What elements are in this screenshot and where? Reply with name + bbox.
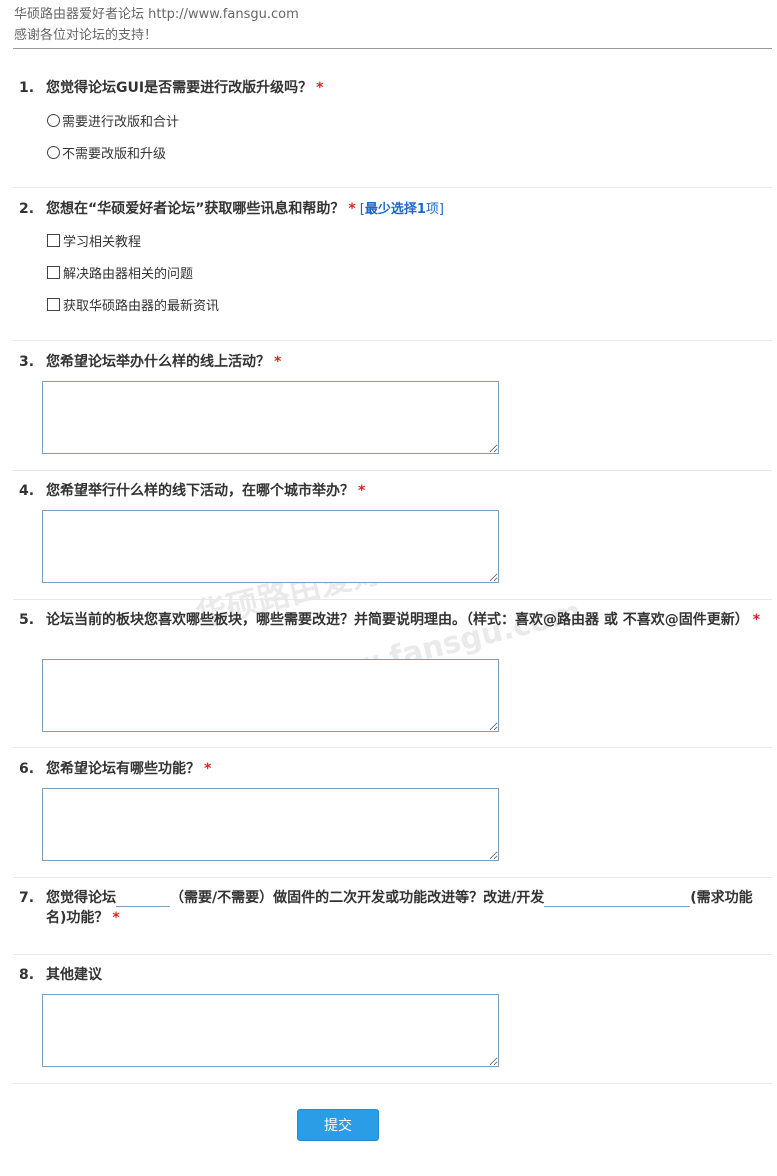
checkbox-icon[interactable] bbox=[47, 234, 60, 247]
checkbox-option-tutorials[interactable]: 学习相关教程 bbox=[47, 234, 141, 252]
question-text: 您希望论坛有哪些功能？ * bbox=[46, 761, 212, 777]
need-or-not-blank-input[interactable] bbox=[116, 888, 170, 907]
question-text: 您觉得论坛GUI是否需要进行改版升级吗？ * bbox=[46, 80, 324, 96]
question-number: 5. bbox=[19, 612, 35, 628]
submit-button[interactable]: 提交 bbox=[297, 1109, 379, 1141]
question-3: 3. 您希望论坛举办什么样的线上活动？ * bbox=[13, 352, 772, 462]
radio-icon[interactable] bbox=[47, 146, 60, 159]
radio-option-no-upgrade[interactable]: 不需要改版和升级 bbox=[47, 146, 166, 164]
question-text: 您觉得论坛 （需要/不需要）做固件的二次开发或功能改进等？改进/开发 (需求功能名)… bbox=[46, 888, 753, 926]
question-text: 您希望论坛举办什么样的线上活动？ * bbox=[46, 354, 282, 370]
other-suggestions-textarea[interactable] bbox=[42, 994, 499, 1067]
features-textarea[interactable] bbox=[42, 788, 499, 861]
question-text: 您希望举行什么样的线下活动，在哪个城市举办？ * bbox=[46, 483, 366, 499]
checkbox-option-solve-problems[interactable]: 解决路由器相关的问题 bbox=[47, 266, 193, 284]
question-4: 4. 您希望举行什么样的线下活动，在哪个城市举办？ * bbox=[13, 481, 772, 591]
question-divider bbox=[13, 747, 772, 748]
question-text: 其他建议 bbox=[46, 967, 102, 983]
question-1: 1. 您觉得论坛GUI是否需要进行改版升级吗？ * 需要进行改版和合计 不需要改版… bbox=[13, 78, 772, 178]
question-text: 论坛当前的板块您喜欢哪些板块，哪些需要改进？并简要说明理由。（样式：喜欢@路由器… bbox=[46, 612, 761, 628]
question-text: 您想在“华硕爱好者论坛”获取哪些讯息和帮助？ * [最少选择1项] bbox=[46, 201, 444, 217]
question-2: 2. 您想在“华硕爱好者论坛”获取哪些讯息和帮助？ * [最少选择1项] 学习相关教… bbox=[13, 199, 772, 329]
survey-header: 华硕路由器爱好者论坛 http://www.fansgu.com 感谢各位对论坛… bbox=[14, 4, 774, 46]
question-divider bbox=[13, 187, 772, 188]
question-divider bbox=[13, 877, 772, 878]
required-mark: * bbox=[358, 483, 366, 499]
required-mark: * bbox=[316, 80, 324, 96]
question-number: 8. bbox=[19, 967, 35, 983]
question-divider bbox=[13, 599, 772, 600]
required-mark: * bbox=[348, 201, 356, 217]
checkbox-option-latest-news[interactable]: 获取华硕路由器的最新资讯 bbox=[47, 298, 219, 316]
question-5: 5. 论坛当前的板块您喜欢哪些板块，哪些需要改进？并简要说明理由。（样式：喜欢@… bbox=[13, 610, 772, 738]
online-activity-textarea[interactable] bbox=[42, 381, 499, 454]
radio-icon[interactable] bbox=[47, 114, 60, 127]
required-mark: * bbox=[752, 612, 761, 628]
question-number: 6. bbox=[19, 761, 35, 777]
question-divider bbox=[13, 1083, 772, 1084]
selection-hint: [最少选择1项] bbox=[359, 202, 444, 217]
board-feedback-textarea[interactable] bbox=[42, 659, 499, 732]
question-divider bbox=[13, 340, 772, 341]
question-6: 6. 您希望论坛有哪些功能？ * bbox=[13, 759, 772, 869]
required-mark: * bbox=[112, 910, 120, 926]
question-number: 3. bbox=[19, 354, 35, 370]
thanks-text: 感谢各位对论坛的支持！ bbox=[14, 28, 158, 43]
question-8: 8. 其他建议 bbox=[13, 965, 772, 1075]
checkbox-icon[interactable] bbox=[47, 266, 60, 279]
header-divider bbox=[13, 48, 772, 49]
checkbox-icon[interactable] bbox=[47, 298, 60, 311]
question-number: 7. bbox=[19, 890, 35, 906]
question-7: 7. 您觉得论坛 （需要/不需要）做固件的二次开发或功能改进等？改进/开发 (需求功… bbox=[13, 888, 772, 948]
question-number: 4. bbox=[19, 483, 35, 499]
question-number: 1. bbox=[19, 80, 35, 96]
required-mark: * bbox=[204, 761, 212, 777]
required-mark: * bbox=[274, 354, 282, 370]
feature-name-blank-input[interactable] bbox=[544, 888, 691, 907]
question-divider bbox=[13, 954, 772, 955]
forum-title: 华硕路由器爱好者论坛 http://www.fansgu.com bbox=[14, 7, 299, 22]
offline-activity-textarea[interactable] bbox=[42, 510, 499, 583]
question-divider bbox=[13, 470, 772, 471]
question-number: 2. bbox=[19, 201, 35, 217]
radio-option-need-upgrade[interactable]: 需要进行改版和合计 bbox=[47, 114, 179, 132]
